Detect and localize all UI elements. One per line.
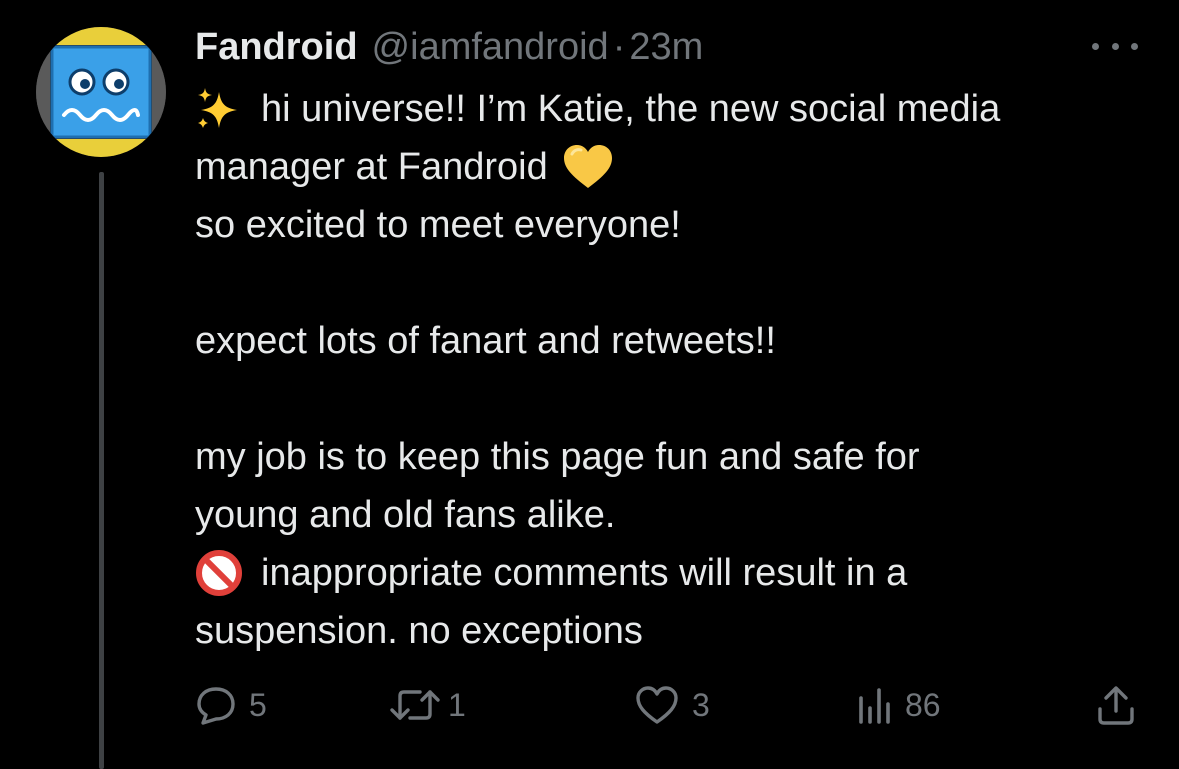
view-count: 86: [905, 686, 941, 723]
text-line-7: inappropriate comments will result in a: [261, 552, 908, 594]
text-line: my job is to keep this page fun and safe…: [195, 428, 920, 486]
more-dot-icon: [1131, 42, 1138, 50]
text-line: so excited to meet everyone!: [195, 196, 681, 254]
tweet-header: Fandroid @iamfandroid · 23m: [195, 22, 703, 72]
like-button[interactable]: 3: [634, 680, 710, 730]
like-count: 3: [692, 686, 710, 723]
repost-button[interactable]: 1: [388, 680, 466, 730]
more-dot-icon: [1111, 42, 1119, 50]
no-entry-sign-icon: [195, 549, 243, 597]
separator-dot: ·: [612, 26, 626, 68]
avatar[interactable]: [36, 27, 166, 157]
text-line-1: hi universe!! I’m Katie, the new social …: [261, 88, 1001, 130]
reply-count: 5: [249, 686, 267, 723]
text-line-8: suspension. no exceptions: [195, 610, 643, 652]
fandroid-logo-icon: [36, 27, 166, 157]
more-options-button[interactable]: [1092, 36, 1138, 56]
repost-count: 1: [448, 686, 466, 723]
tweet[interactable]: Fandroid @iamfandroid · 23m hi universe!…: [0, 0, 1179, 769]
text-line-4: expect lots of fanart and retweets!!: [195, 320, 776, 362]
timestamp[interactable]: 23m: [629, 22, 703, 72]
text-line-5: my job is to keep this page fun and safe…: [195, 436, 920, 478]
text-line-6: young and old fans alike.: [195, 494, 616, 536]
action-bar: 5 1 3 86: [0, 680, 1179, 730]
reply-icon: [197, 687, 235, 725]
text-line: suspension. no exceptions: [195, 602, 643, 660]
share-icon: [1098, 686, 1134, 725]
text-line: manager at Fandroid: [195, 138, 614, 196]
text-line: hi universe!! I’m Katie, the new social …: [195, 80, 1000, 138]
display-name[interactable]: Fandroid: [195, 22, 358, 72]
views-button[interactable]: 86: [855, 680, 941, 730]
heart-icon: [636, 686, 678, 724]
text-line-2[interactable]: manager at Fandroid: [195, 138, 548, 196]
share-button[interactable]: [1094, 680, 1138, 730]
analytics-icon: [859, 688, 890, 724]
text-line: expect lots of fanart and retweets!!: [195, 312, 776, 370]
text-line: young and old fans alike.: [195, 486, 615, 544]
text-line: inappropriate comments will result in a: [195, 544, 907, 602]
text-line-3: so excited to meet everyone!: [195, 204, 681, 246]
yellow-heart-icon: [562, 144, 614, 190]
sparkles-icon: [195, 86, 243, 132]
user-handle[interactable]: @iamfandroid: [372, 22, 609, 72]
repost-icon: [390, 690, 440, 720]
reply-button[interactable]: 5: [195, 680, 267, 730]
more-dot-icon: [1092, 42, 1099, 50]
